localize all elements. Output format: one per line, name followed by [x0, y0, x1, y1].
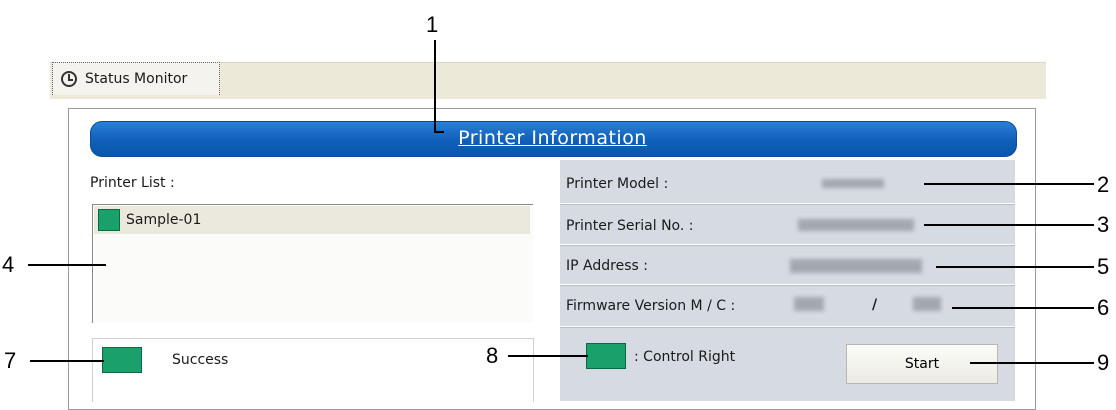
callout-line [924, 224, 1094, 226]
printer-serial-value [798, 219, 914, 231]
callout-number: 2 [1097, 172, 1110, 197]
tab-status-monitor[interactable]: Status Monitor [52, 62, 220, 95]
callout-number: 6 [1097, 295, 1110, 320]
callout-line [924, 183, 1094, 185]
panel-title: Printer Information [458, 127, 647, 149]
firmware-version-m [794, 297, 824, 311]
clock-icon [61, 71, 77, 87]
callout-number: 1 [426, 12, 439, 37]
control-right-label: : Control Right [634, 349, 736, 365]
printer-list-label: Printer List : [90, 175, 175, 191]
callout-number: 9 [1097, 350, 1110, 375]
firmware-version-label: Firmware Version M / C : [566, 298, 736, 314]
firmware-version-c [913, 297, 941, 311]
list-item[interactable]: Sample-01 [94, 206, 530, 234]
status-indicator [102, 347, 142, 373]
callout-line [970, 362, 1094, 364]
tab-label: Status Monitor [85, 71, 188, 87]
printer-model-value [822, 179, 884, 188]
callout-number: 8 [486, 343, 499, 368]
printer-name: Sample-01 [126, 212, 202, 228]
printer-model-label: Printer Model : [566, 176, 669, 192]
ip-address-value [790, 259, 922, 273]
firmware-separator: / [872, 297, 878, 313]
ip-address-label: IP Address : [566, 258, 648, 274]
divider [560, 244, 1015, 246]
callout-line [434, 40, 436, 132]
control-right-indicator [586, 343, 626, 369]
callout-line [952, 307, 1094, 309]
callout-number: 4 [2, 252, 15, 277]
divider [560, 284, 1015, 286]
callout-number: 3 [1097, 212, 1110, 237]
status-text: Success [172, 352, 229, 368]
callout-line [28, 264, 106, 266]
divider [560, 203, 1015, 205]
printer-status-indicator [98, 209, 120, 231]
divider [560, 326, 1015, 328]
callout-number: 7 [4, 348, 17, 373]
start-button[interactable]: Start [846, 344, 998, 384]
callout-line [508, 355, 588, 357]
status-area [92, 338, 534, 402]
callout-number: 5 [1097, 254, 1110, 279]
printer-serial-label: Printer Serial No. : [566, 218, 694, 234]
callout-line [30, 360, 104, 362]
callout-line [434, 131, 444, 133]
callout-line [936, 266, 1094, 268]
